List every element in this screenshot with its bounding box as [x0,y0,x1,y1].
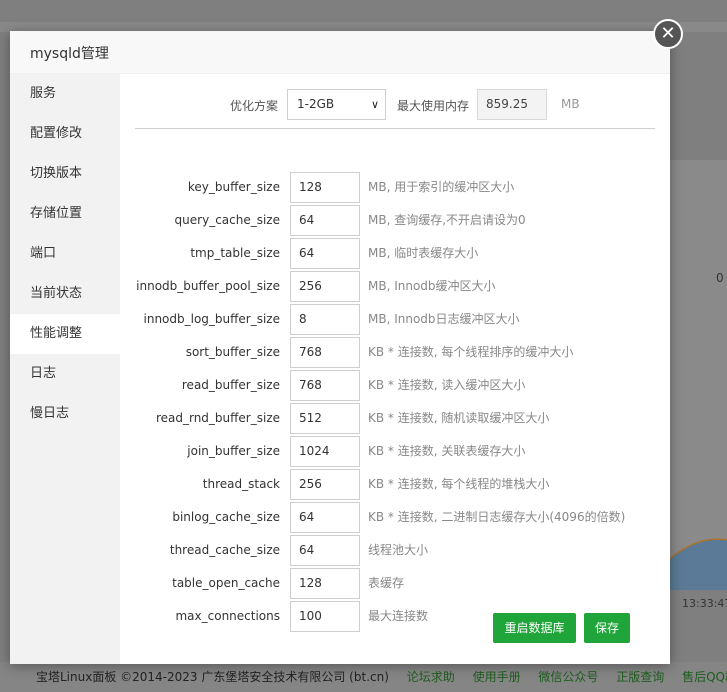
param-description: MB, Innodb缓冲区大小 [368,279,496,293]
param-name: thread_cache_size [169,543,280,557]
param-row: query_cache_size 64 MB, 查询缓存,不开启请设为0 [120,205,670,238]
param-description: 线程池大小 [368,543,429,557]
param-row: key_buffer_size 128 MB, 用于索引的缓冲区大小 [120,172,670,205]
restart-db-button[interactable]: 重启数据库 [493,613,576,643]
param-name: sort_buffer_size [185,345,280,359]
param-name: read_buffer_size [181,378,280,392]
scheme-label: 优化方案 [230,99,279,113]
sidebar-item-port[interactable]: 端口 [10,234,120,274]
param-name: key_buffer_size [187,180,280,194]
param-name: tmp_table_size [190,246,280,260]
param-value-input[interactable]: 512 [290,403,360,434]
max-mem-field: 859.25 [477,89,547,120]
param-value-input[interactable]: 1024 [290,436,360,467]
param-description: MB, Innodb日志缓冲区大小 [368,312,520,326]
modal-title: mysqld管理 [30,46,109,62]
param-row: sort_buffer_size 768 KB * 连接数, 每个线程排序的缓冲大小 [120,337,670,370]
param-description: MB, 用于索引的缓冲区大小 [368,180,515,194]
param-name: binlog_cache_size [172,510,280,524]
bg-chart-time: 13:33:47 [682,597,727,610]
save-button[interactable]: 保存 [584,613,630,643]
param-name: max_connections [175,609,280,623]
modal-header: mysqld管理 [10,31,670,74]
sidebar-item-slow-log[interactable]: 慢日志 [10,394,120,434]
param-name: innodb_buffer_pool_size [136,279,280,293]
param-row: innodb_buffer_pool_size 256 MB, Innodb缓冲区大… [120,271,670,304]
mysqld-modal: mysqld管理 服务 配置修改 切换版本 存储位置 端口 当前状态 性能调整 … [10,31,670,664]
performance-panel: 优化方案 1-2GB ∨ 最大使用内存 859.25 MB key_buffer… [120,74,670,664]
param-value-input[interactable]: 64 [290,535,360,566]
sidebar-item-status[interactable]: 当前状态 [10,274,120,314]
param-description: KB * 连接数, 每个线程排序的缓冲大小 [368,345,574,359]
param-name: read_rnd_buffer_size [155,411,280,425]
param-description: KB * 连接数, 每个线程的堆栈大小 [368,477,550,491]
max-mem-unit: MB [561,97,580,111]
param-value-input[interactable]: 64 [290,502,360,533]
max-mem-label: 最大使用内存 [397,99,470,113]
param-value-input[interactable]: 256 [290,271,360,302]
param-row: binlog_cache_size 64 KB * 连接数, 二进制日志缓存大小(4… [120,502,670,535]
param-value-input[interactable]: 64 [290,205,360,236]
param-description: KB * 连接数, 随机读取缓冲区大小 [368,411,550,425]
param-row: thread_cache_size 64 线程池大小 [120,535,670,568]
param-row: innodb_log_buffer_size 8 MB, Innodb日志缓冲区大小 [120,304,670,337]
param-row: tmp_table_size 64 MB, 临时表缓存大小 [120,238,670,271]
param-value-input[interactable]: 64 [290,238,360,269]
param-name: table_open_cache [172,576,280,590]
scheme-select-value: 1-2GB [297,97,335,111]
sidebar-item-performance[interactable]: 性能调整 [10,314,120,354]
param-row: join_buffer_size 1024 KB * 连接数, 关联表缓存大小 [120,436,670,469]
param-description: KB * 连接数, 关联表缓存大小 [368,444,526,458]
sidebar-item-storage[interactable]: 存储位置 [10,194,120,234]
sidebar-item-log[interactable]: 日志 [10,354,120,394]
param-value-input[interactable]: 768 [290,370,360,401]
close-icon[interactable]: ✕ [653,19,683,49]
sidebar-item-version[interactable]: 切换版本 [10,154,120,194]
bg-footer-link-forum[interactable]: 论坛求助 [407,670,455,684]
param-value-input[interactable]: 768 [290,337,360,368]
param-description: MB, 查询缓存,不开启请设为0 [368,213,526,227]
param-row: thread_stack 256 KB * 连接数, 每个线程的堆栈大小 [120,469,670,502]
bg-chart-area [668,520,727,590]
sidebar: 服务 配置修改 切换版本 存储位置 端口 当前状态 性能调整 日志 慢日志 [10,74,120,664]
bg-chart-value: 0 [716,271,724,285]
param-value-input[interactable]: 8 [290,304,360,335]
bg-footer: 宝塔Linux面板 ©2014-2023 广东堡塔安全技术有限公司 (bt.cn… [0,662,727,692]
optimize-row: 优化方案 1-2GB ∨ 最大使用内存 859.25 MB [120,74,670,160]
param-value-input[interactable]: 100 [290,601,360,632]
param-description: 表缓存 [368,576,405,590]
bg-footer-link-manual[interactable]: 使用手册 [473,670,521,684]
param-row: table_open_cache 128 表缓存 [120,568,670,601]
param-row: read_buffer_size 768 KB * 连接数, 读入缓冲区大小 [120,370,670,403]
param-name: thread_stack [202,477,280,491]
param-name: innodb_log_buffer_size [143,312,281,326]
param-name: query_cache_size [174,213,280,227]
param-row: read_rnd_buffer_size 512 KB * 连接数, 随机读取缓冲区… [120,403,670,436]
param-value-input[interactable]: 128 [290,172,360,203]
param-description: KB * 连接数, 读入缓冲区大小 [368,378,526,392]
bg-footer-link-qq[interactable]: 售后QQ群 [682,670,727,684]
sidebar-item-service[interactable]: 服务 [10,74,120,114]
bg-footer-text: 宝塔Linux面板 ©2014-2023 广东堡塔安全技术有限公司 (bt.cn… [36,670,389,684]
param-value-input[interactable]: 256 [290,469,360,500]
sidebar-item-config[interactable]: 配置修改 [10,114,120,154]
param-value-input[interactable]: 128 [290,568,360,599]
param-name: join_buffer_size [187,444,280,458]
param-description: KB * 连接数, 二进制日志缓存大小(4096的倍数) [368,510,626,524]
scheme-select[interactable]: 1-2GB ∨ [287,89,386,120]
param-description: 最大连接数 [368,609,429,623]
bg-footer-link-verify[interactable]: 正版查询 [616,670,664,684]
chevron-down-icon: ∨ [370,98,379,111]
param-description: MB, 临时表缓存大小 [368,246,479,260]
divider [135,128,655,129]
bg-footer-link-wechat[interactable]: 微信公众号 [538,670,598,684]
